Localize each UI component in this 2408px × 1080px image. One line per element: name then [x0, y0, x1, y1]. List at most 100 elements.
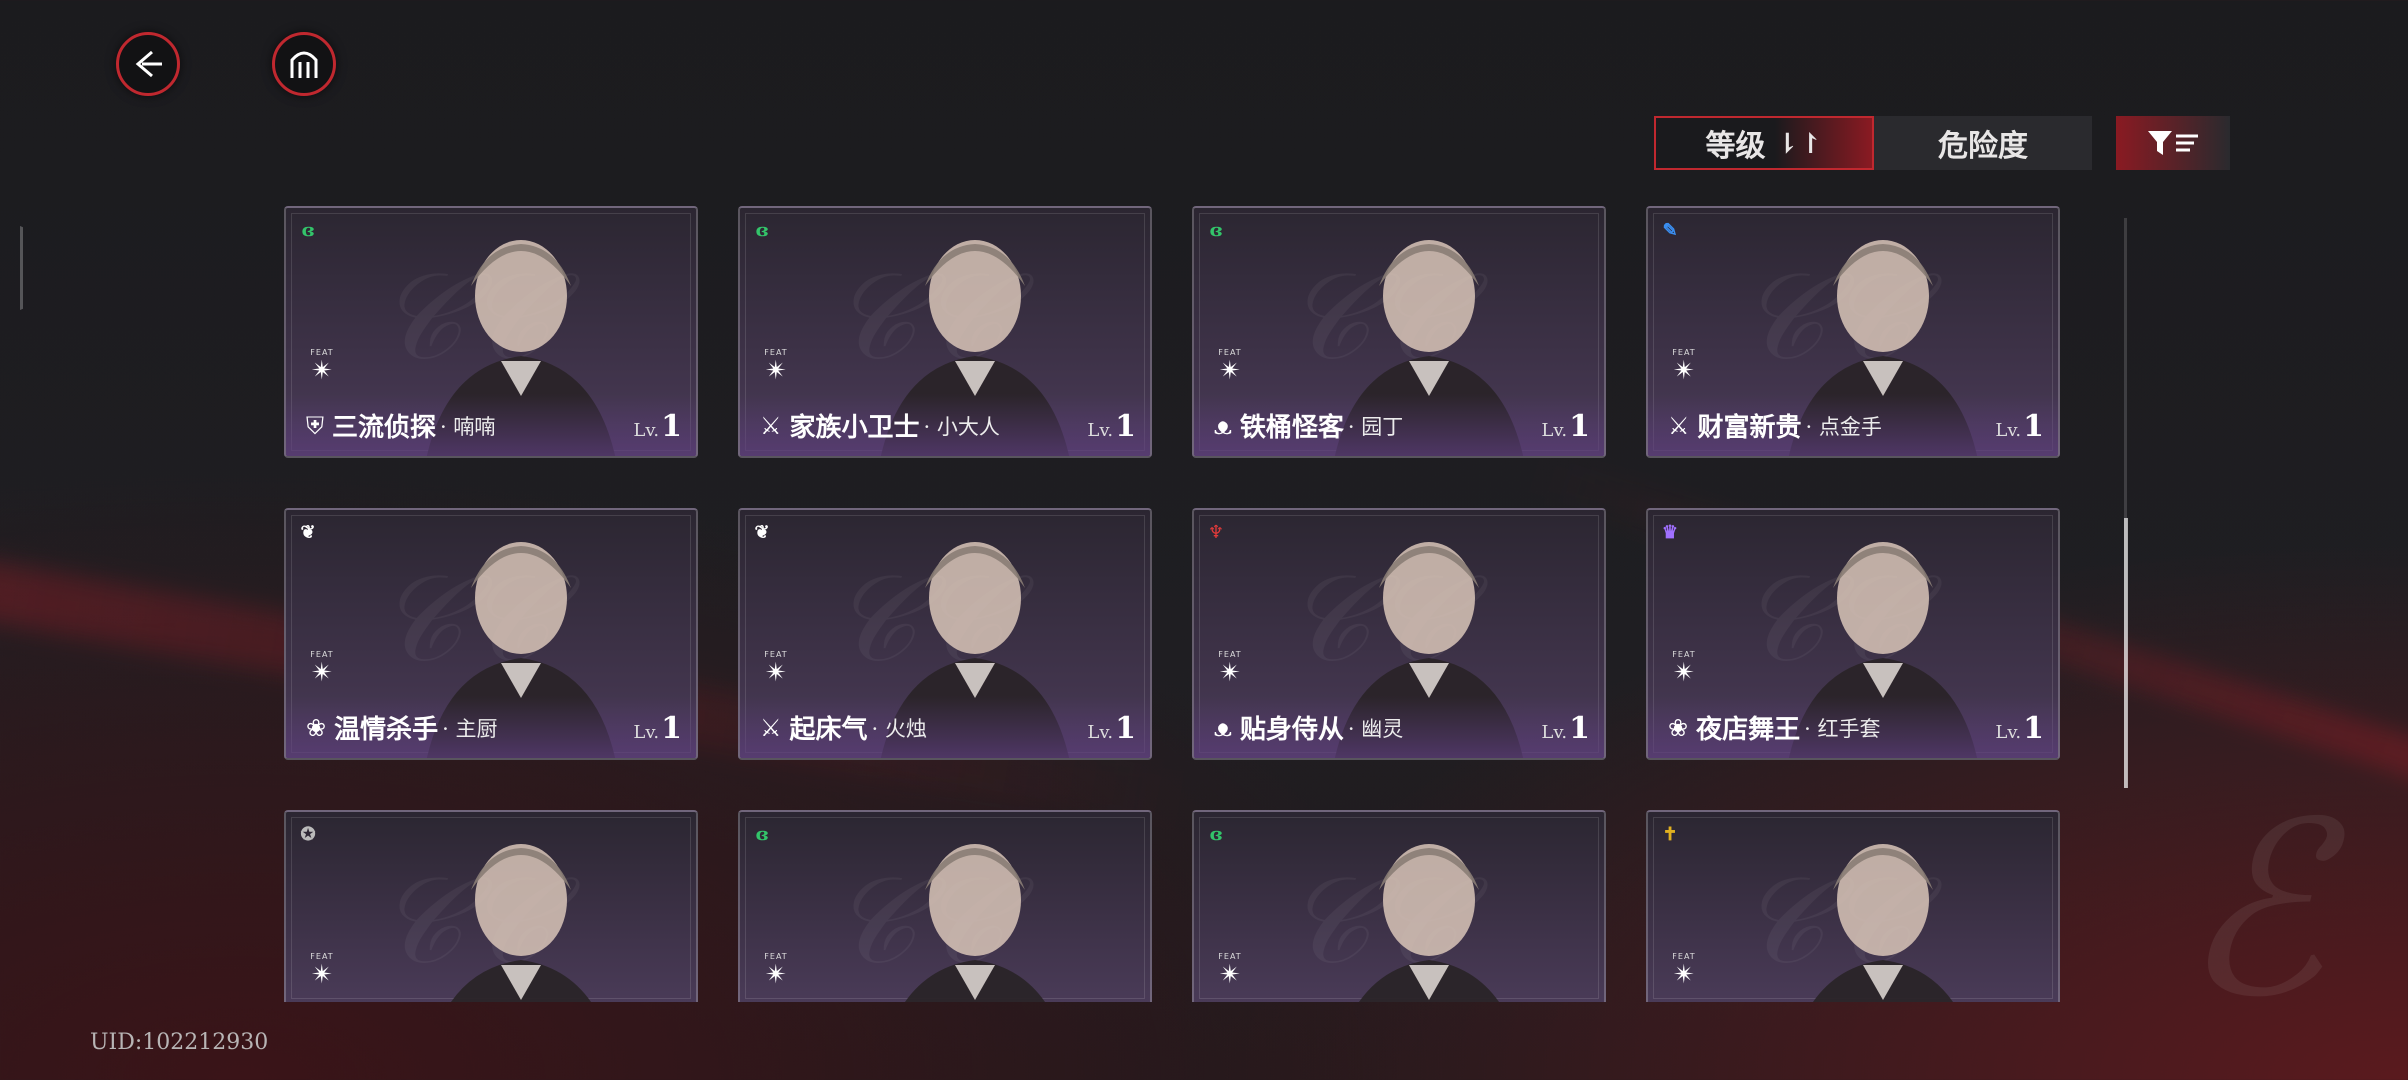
character-card[interactable]: 𝒞𝒞 ♆ FEAT ✴ ᴥ 贴身侍从 · 幽灵 Lv. 1: [1192, 508, 1606, 760]
character-card[interactable]: 𝒞𝒞 ✝ FEAT ✴: [1646, 810, 2060, 1002]
character-card[interactable]: 𝒞𝒞 ✪ FEAT ✴: [284, 810, 698, 1002]
character-card[interactable]: 𝒞𝒞 ɞ FEAT ✴: [1192, 810, 1606, 1002]
feat-star-icon: ✴: [311, 960, 333, 990]
home-button[interactable]: [272, 32, 336, 96]
character-name: 夜店舞王: [1696, 715, 1801, 745]
feat-badge: FEAT ✴: [300, 348, 344, 396]
character-card[interactable]: 𝒞𝒞 ✎ FEAT ✴ ⚔ 财富新贵 · 点金手 Lv. 1: [1646, 206, 2060, 458]
wings-icon: ᴥ: [1214, 411, 1232, 440]
character-title: · 主厨: [442, 716, 498, 741]
scrollbar-thumb[interactable]: [2124, 518, 2128, 788]
level-prefix: Lv.: [633, 722, 660, 743]
level-value: 1: [2023, 409, 2044, 444]
character-card[interactable]: 𝒞𝒞 ♛ FEAT ✴ ❀ 夜店舞王 · 红手套 Lv. 1: [1646, 508, 2060, 760]
character-name-line: ⛨ 三流侦探 · 喃喃: [306, 407, 495, 444]
level-badge: Lv. 1: [1541, 409, 1590, 444]
character-card[interactable]: 𝒞𝒞 ɞ FEAT ✴ ⚔ 家族小卫士 · 小大人 Lv. 1: [738, 206, 1152, 458]
character-grid: 𝒞𝒞 ɞ FEAT ✴ ⛨ 三流侦探 · 喃喃 Lv. 1 𝒞𝒞 ɞ FEAT …: [284, 206, 2064, 1002]
level-value: 1: [1569, 409, 1590, 444]
level-prefix: Lv.: [1995, 722, 2022, 743]
hexagon-decoration: [0, 200, 23, 336]
sort-level-label: 等级: [1705, 129, 1766, 164]
level-value: 1: [661, 409, 682, 444]
feat-badge: FEAT ✴: [1662, 348, 1706, 396]
feat-badge: FEAT ✴: [754, 348, 798, 396]
back-arrow-icon: [135, 50, 162, 78]
character-title: · 幽灵: [1347, 716, 1404, 741]
character-portrait: [451, 844, 591, 1002]
character-name-line: ᴥ 铁桶怪客 · 园丁: [1214, 407, 1403, 444]
filter-button[interactable]: [2116, 116, 2230, 170]
filter-icon: [2148, 131, 2198, 155]
green-swirl-icon: ɞ: [1209, 823, 1223, 845]
green-swirl-icon: ɞ: [755, 219, 769, 241]
character-name-line: ⚔ 财富新贵 · 点金手: [1668, 407, 1882, 444]
green-swirl-icon: ɞ: [1209, 219, 1223, 241]
character-name: 铁桶怪客: [1239, 413, 1344, 443]
character-name-line: ⚔ 家族小卫士 · 小大人: [760, 407, 1000, 444]
sort-order-icon: ⇂↾: [1775, 126, 1823, 160]
sort-bar: 等级 ⇂↾ 危险度: [1654, 116, 2092, 170]
feat-star-icon: ✴: [1219, 356, 1241, 386]
character-name: 贴身侍从: [1239, 715, 1344, 745]
back-button[interactable]: [116, 32, 180, 96]
feat-badge: FEAT ✴: [300, 650, 344, 698]
character-card[interactable]: 𝒞𝒞 ɞ FEAT ✴ ᴥ 铁桶怪客 · 园丁 Lv. 1: [1192, 206, 1606, 458]
character-title: · 小大人: [923, 414, 1000, 439]
white-butterfly-icon: ❦: [754, 521, 770, 543]
character-name: 起床气: [789, 715, 868, 745]
character-portrait: [1359, 844, 1499, 1002]
character-name-line: ❀ 夜店舞王 · 红手套: [1668, 709, 1880, 746]
character-name: 温情杀手: [334, 715, 439, 745]
feat-star-icon: ✴: [765, 960, 787, 990]
feat-star-icon: ✴: [1219, 960, 1241, 990]
feat-badge: FEAT ✴: [754, 952, 798, 1000]
level-badge: Lv. 1: [1995, 409, 2044, 444]
feat-star-icon: ✴: [1673, 658, 1695, 688]
sort-tab-level[interactable]: 等级 ⇂↾: [1654, 116, 1874, 170]
green-swirl-icon: ɞ: [301, 219, 315, 241]
feat-star-icon: ✴: [311, 658, 333, 688]
lotus-icon: ❀: [306, 713, 327, 742]
level-value: 1: [1115, 711, 1136, 746]
character-title: · 喃喃: [440, 414, 496, 439]
character-name-line: ❀ 温情杀手 · 主厨: [306, 709, 497, 746]
level-value: 1: [1569, 711, 1590, 746]
character-card[interactable]: 𝒞𝒞 ❦ FEAT ✴ ❀ 温情杀手 · 主厨 Lv. 1: [284, 508, 698, 760]
character-card[interactable]: 𝒞𝒞 ❦ FEAT ✴ ⚔ 起床气 · 火烛 Lv. 1: [738, 508, 1152, 760]
wings-icon: ᴥ: [1214, 713, 1232, 742]
level-prefix: Lv.: [1087, 420, 1114, 441]
character-card[interactable]: 𝒞𝒞 ɞ FEAT ✴: [738, 810, 1152, 1002]
purple-crown-icon: ♛: [1661, 521, 1679, 543]
feat-badge: FEAT ✴: [1208, 650, 1252, 698]
feat-badge: FEAT ✴: [1208, 348, 1252, 396]
crossed-swords-icon: ⚔: [1668, 411, 1690, 440]
level-badge: Lv. 1: [1087, 711, 1136, 746]
red-goblet-icon: ♆: [1207, 521, 1225, 543]
feat-badge: FEAT ✴: [1208, 952, 1252, 1000]
character-name-line: ⚔ 起床气 · 火烛: [760, 709, 927, 746]
level-prefix: Lv.: [1541, 420, 1568, 441]
feat-badge: FEAT ✴: [1662, 952, 1706, 1000]
level-badge: Lv. 1: [1541, 711, 1590, 746]
feat-star-icon: ✴: [1673, 960, 1695, 990]
character-title: · 点金手: [1805, 414, 1882, 439]
gold-sword-icon: ✝: [1662, 823, 1678, 845]
level-badge: Lv. 1: [633, 711, 682, 746]
character-name: 财富新贵: [1697, 413, 1802, 443]
sort-tab-danger[interactable]: 危险度: [1874, 116, 2092, 170]
lotus-icon: ❀: [1668, 713, 1689, 742]
character-card[interactable]: 𝒞𝒞 ɞ FEAT ✴ ⛨ 三流侦探 · 喃喃 Lv. 1: [284, 206, 698, 458]
level-badge: Lv. 1: [1087, 409, 1136, 444]
home-icon: [290, 51, 318, 78]
grey-emblem-icon: ✪: [300, 823, 316, 845]
level-prefix: Lv.: [1995, 420, 2022, 441]
blue-pin-icon: ✎: [1662, 219, 1678, 241]
level-prefix: Lv.: [1087, 722, 1114, 743]
character-title: · 火烛: [871, 716, 927, 741]
feat-badge: FEAT ✴: [1662, 650, 1706, 698]
feat-star-icon: ✴: [1673, 356, 1695, 386]
character-portrait: [1813, 844, 1953, 1002]
character-title: · 园丁: [1347, 414, 1404, 439]
level-badge: Lv. 1: [1995, 711, 2044, 746]
